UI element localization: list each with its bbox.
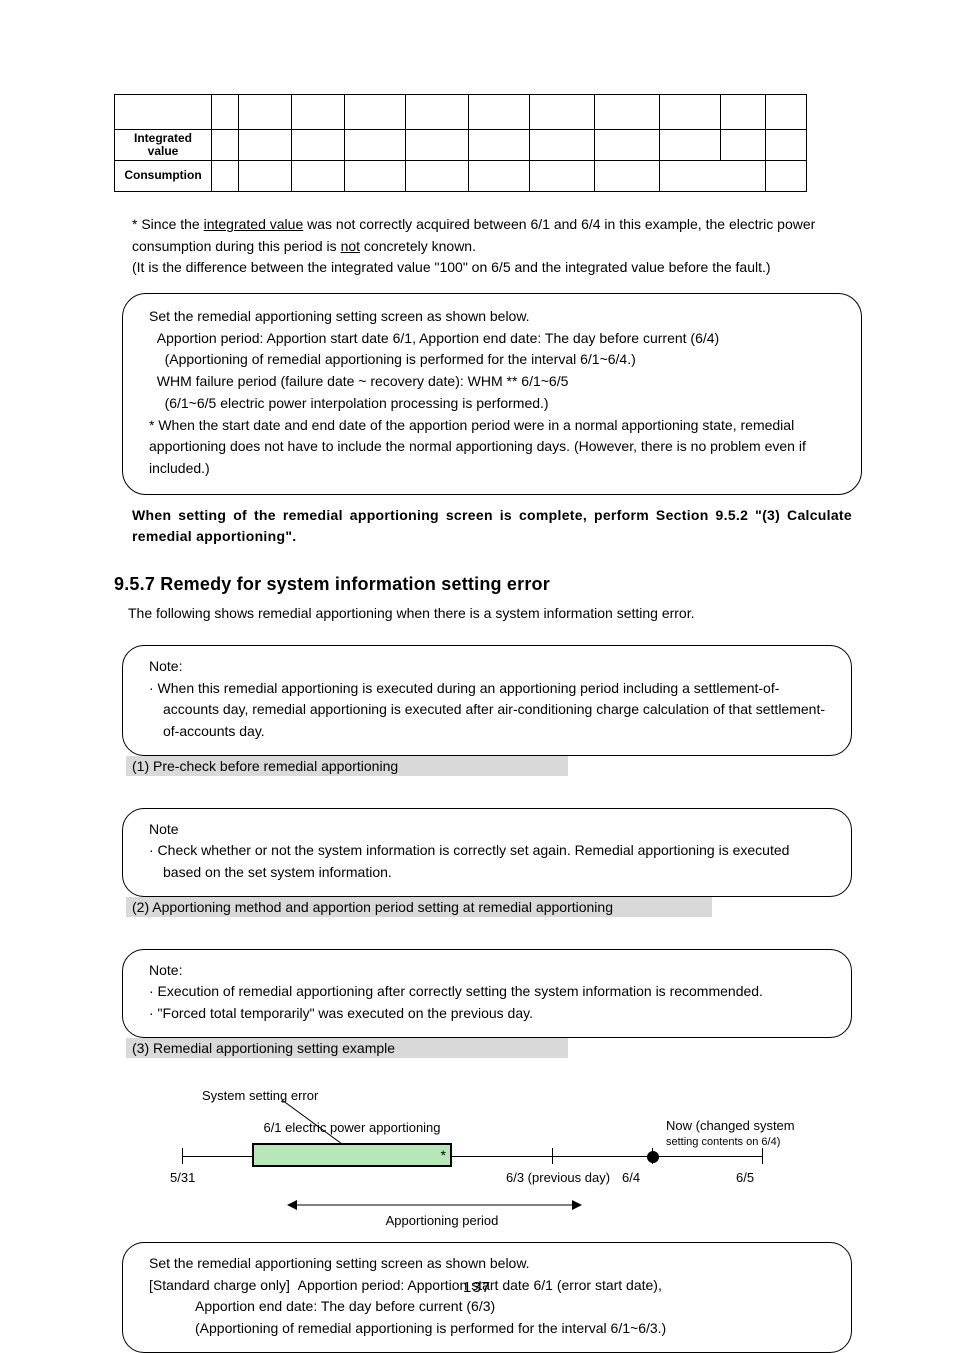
now-dot xyxy=(647,1151,659,1163)
bold-follow: When setting of the remedial apportionin… xyxy=(132,505,852,548)
now-label: Now (changed system setting contents on … xyxy=(666,1118,795,1148)
star-marker: * xyxy=(441,1147,446,1163)
note-box-2: Note · Check whether or not the system i… xyxy=(122,808,852,897)
note-paragraph: * Since the integrated value was not cor… xyxy=(132,214,852,279)
remedy-box-final: Set the remedial apportioning setting sc… xyxy=(122,1242,852,1353)
section-heading: 9.5.7 Remedy for system information sett… xyxy=(114,574,852,595)
tick-label: 5/31 xyxy=(170,1170,195,1185)
page: Integrated value Consumption * Since the… xyxy=(0,0,954,1348)
grey-banner-2: (2) Apportioning method and apportion pe… xyxy=(126,897,712,917)
note-box-3: Note: · Execution of remedial apportioni… xyxy=(122,949,852,1038)
tick-label: 6/5 xyxy=(736,1170,754,1185)
tick-label: 6/3 (previous day) xyxy=(506,1170,610,1185)
grey-banner-1: (1) Pre-check before remedial apportioni… xyxy=(126,756,568,776)
timeline-diagram: 5/31 6/3 (previous day) 6/4 6/5 6/1 elec… xyxy=(182,1088,922,1228)
grey-banner-3: (3) Remedial apportioning setting exampl… xyxy=(126,1038,568,1058)
note-box-1: Note: · When this remedial apportioning … xyxy=(122,645,852,756)
row-label-consumption: Consumption xyxy=(115,161,212,192)
row-label-integrated: Integrated value xyxy=(115,130,212,161)
span-label: Apportioning period xyxy=(312,1213,572,1228)
span-arrow xyxy=(287,1198,582,1212)
error-lead-line xyxy=(282,1100,342,1144)
integrated-consumption-table: Integrated value Consumption xyxy=(114,94,807,192)
tick-label: 6/4 xyxy=(622,1170,640,1185)
section-intro: The following shows remedial apportionin… xyxy=(128,605,852,621)
remedy-box-1: Set the remedial apportioning setting sc… xyxy=(122,293,862,495)
bar-top-label: 6/1 electric power apportioning xyxy=(242,1120,462,1135)
page-number: 137 xyxy=(0,1279,954,1296)
apportion-bar: * xyxy=(252,1143,452,1167)
